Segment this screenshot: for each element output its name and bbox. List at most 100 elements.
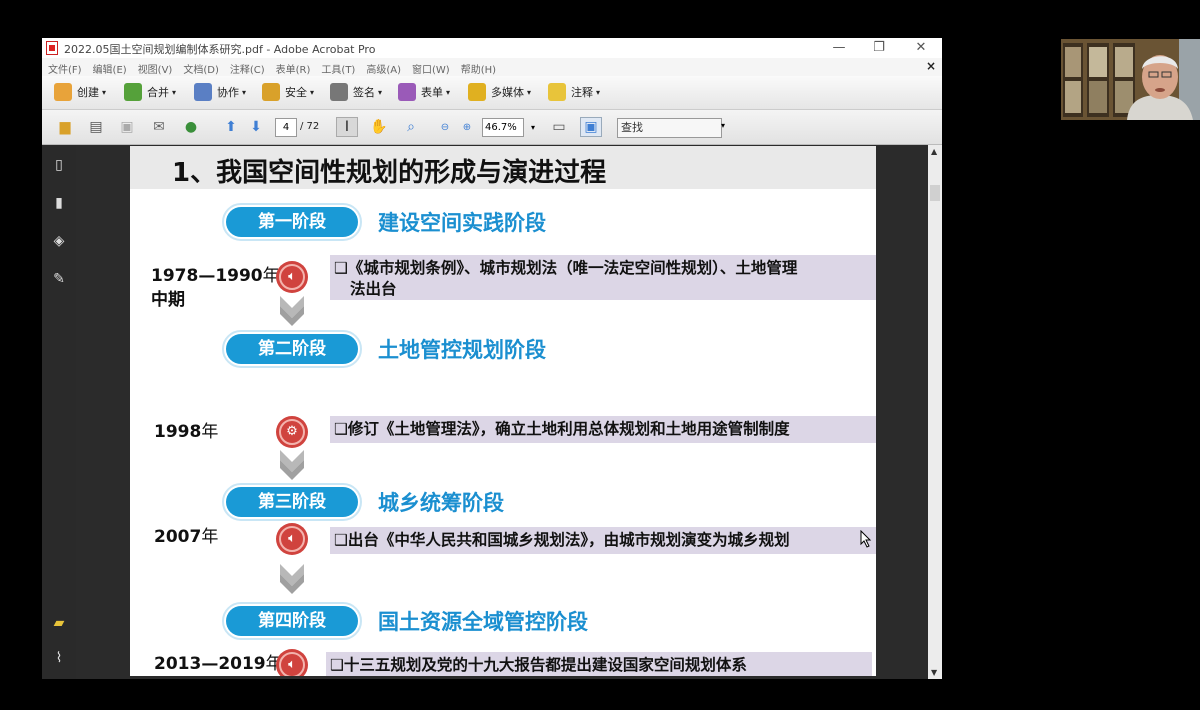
multimedia-button[interactable]: 多媒体 ▾ — [468, 82, 531, 102]
create-button[interactable]: 创建 ▾ — [54, 82, 106, 102]
close-button[interactable]: ✕ — [906, 39, 936, 57]
comment-button[interactable]: 注释 ▾ — [548, 82, 600, 102]
zoom-level-input[interactable]: 46.7% — [482, 118, 524, 137]
navigation-toolbar: ▆ ▤ ▣ ✉ ● ⬆ ⬇ 4 / 72 I ✋ ⌕ ⊖ ⊕ 46.7% ▾ ▭… — [42, 110, 942, 145]
dropdown-arrow-icon: ▾ — [102, 87, 107, 97]
search-input[interactable]: 查找 — [617, 118, 722, 138]
stage-pill: 第二阶段 — [222, 330, 362, 368]
create-icon — [54, 83, 72, 101]
save-icon[interactable]: ▣ — [116, 117, 138, 137]
secure-label: 安全 — [285, 86, 307, 99]
stage-name: 建设空间实践阶段 — [378, 211, 546, 235]
description-line: ❑《城市规划条例》、城市规划法（唯一法定空间性规划）、土地管理 — [334, 259, 798, 277]
pen-icon — [330, 83, 348, 101]
comments-icon[interactable]: ▰ — [51, 615, 67, 631]
print-icon[interactable]: ▤ — [85, 117, 107, 137]
menu-window[interactable]: 窗口(W) — [406, 58, 455, 76]
hand-tool-icon[interactable]: ✋ — [368, 117, 390, 137]
speaker-icon: 🔈︎ — [276, 649, 308, 676]
task-toolbar: 创建 ▾ 合并 ▾ 协作 ▾ 安全 ▾ 签名 ▾ 表单 ▾ 多媒体 ▾ 注释 ▾ — [42, 76, 942, 110]
menu-file[interactable]: 文件(F) — [42, 58, 87, 76]
gear-icon: ⚙ — [276, 416, 308, 448]
close-document-icon[interactable]: × — [926, 59, 936, 73]
menu-tools[interactable]: 工具(T) — [315, 58, 360, 76]
stage-name: 城乡统筹阶段 — [378, 491, 504, 515]
next-page-icon[interactable]: ⬇ — [245, 117, 267, 137]
signatures-icon[interactable]: ✎ — [51, 271, 67, 287]
stage-pill: 第四阶段 — [222, 602, 362, 640]
menu-comments[interactable]: 注释(C) — [224, 58, 270, 76]
collaborate-icon — [194, 83, 212, 101]
menu-edit[interactable]: 编辑(E) — [87, 58, 132, 76]
combine-label: 合并 — [147, 86, 169, 99]
secure-button[interactable]: 安全 ▾ — [262, 82, 314, 102]
layers-icon[interactable]: ◈ — [51, 233, 67, 249]
dropdown-arrow-icon: ▾ — [596, 87, 601, 97]
select-text-icon[interactable]: I — [336, 117, 358, 137]
stage-description: ❑《城市规划条例》、城市规划法（唯一法定空间性规划）、土地管理 法出台 — [330, 255, 876, 300]
multimedia-label: 多媒体 — [491, 86, 524, 99]
collaborate-button[interactable]: 协作 ▾ — [194, 82, 246, 102]
stage-name: 国土资源全域管控阶段 — [378, 610, 588, 634]
menu-help[interactable]: 帮助(H) — [455, 58, 501, 76]
vertical-scrollbar[interactable]: ▲ ▼ — [928, 145, 942, 679]
minimize-button[interactable]: — — [824, 39, 854, 57]
menu-view[interactable]: 视图(V) — [132, 58, 178, 76]
speaker-icon: 🔈︎ — [276, 523, 308, 555]
webcam-video[interactable] — [1061, 39, 1200, 120]
form-icon — [398, 83, 416, 101]
page-number-input[interactable]: 4 — [275, 118, 297, 137]
slide-page: 1、我国空间性规划的形成与演进过程 第一阶段 建设空间实践阶段 1978—199… — [130, 146, 876, 676]
menu-forms[interactable]: 表单(R) — [270, 58, 316, 76]
year-range: 1998 — [154, 422, 202, 442]
menu-advanced[interactable]: 高级(A) — [360, 58, 406, 76]
mouse-cursor-icon — [860, 530, 872, 548]
description-line: ❑出台《中华人民共和国城乡规划法》，由城市规划演变为城乡规划 — [334, 531, 790, 549]
menu-bar: 文件(F) 编辑(E) 视图(V) 文档(D) 注释(C) 表单(R) 工具(T) 高级(A)… — [42, 58, 942, 76]
menu-document[interactable]: 文档(D) — [177, 58, 224, 76]
combine-icon — [124, 83, 142, 101]
description-line: ❑十三五规划及党的十九大报告都提出建设国家空间规划体系 — [330, 656, 747, 674]
scroll-down-icon[interactable]: ▼ — [931, 668, 937, 677]
scroll-thumb[interactable] — [930, 185, 940, 201]
year-qualifier: 中期 — [151, 290, 185, 310]
speaker-icon: 🔈︎ — [276, 261, 308, 293]
dropdown-arrow-icon: ▾ — [446, 87, 451, 97]
sync-icon[interactable]: ● — [180, 117, 202, 137]
combine-button[interactable]: 合并 ▾ — [124, 82, 176, 102]
presenter-video-frame — [1061, 39, 1200, 120]
create-label: 创建 — [77, 86, 99, 99]
attachments-icon[interactable]: ⌇ — [51, 650, 67, 666]
fit-page-icon[interactable]: ▣ — [580, 117, 602, 137]
comment-icon — [548, 83, 566, 101]
stage-name: 土地管控规划阶段 — [378, 338, 546, 362]
zoom-dropdown-icon[interactable]: ▾ — [522, 117, 544, 137]
maximize-button[interactable]: ❐ — [864, 39, 894, 57]
zoom-tool-icon[interactable]: ⌕ — [400, 117, 422, 137]
zoom-in-icon[interactable]: ⊕ — [456, 117, 478, 137]
forms-button[interactable]: 表单 ▾ — [398, 82, 450, 102]
year-range: 2007 — [154, 527, 202, 547]
description-line: 法出台 — [350, 280, 397, 298]
down-chevron-icon — [280, 296, 304, 326]
stage-pill: 第三阶段 — [222, 483, 362, 521]
acrobat-window: 2022.05国土空间规划编制体系研究.pdf - Adobe Acrobat … — [42, 38, 942, 679]
year-range: 2013—2019 — [154, 654, 266, 674]
stage-pill: 第一阶段 — [222, 203, 362, 241]
dropdown-arrow-icon: ▾ — [310, 87, 315, 97]
description-line: ❑修订《土地管理法》，确立土地利用总体规划和土地用途管制制度 — [334, 420, 790, 438]
search-dropdown-icon[interactable]: ▾ — [721, 121, 725, 130]
email-icon[interactable]: ✉ — [148, 117, 170, 137]
stage-year: 2007年 — [154, 525, 218, 549]
bookmarks-icon[interactable]: ▮ — [51, 195, 67, 211]
zoom-out-icon[interactable]: ⊖ — [434, 117, 456, 137]
year-suffix: 年 — [201, 527, 219, 547]
fit-width-icon[interactable]: ▭ — [548, 117, 570, 137]
sign-button[interactable]: 签名 ▾ — [330, 82, 382, 102]
previous-page-icon[interactable]: ⬆ — [220, 117, 242, 137]
scroll-up-icon[interactable]: ▲ — [931, 147, 937, 156]
slide-title: 1、我国空间性规划的形成与演进过程 — [172, 158, 607, 188]
open-folder-icon[interactable]: ▆ — [54, 117, 76, 137]
stage-year: 1998年 — [154, 420, 218, 444]
pages-icon[interactable]: ▯ — [51, 157, 67, 173]
